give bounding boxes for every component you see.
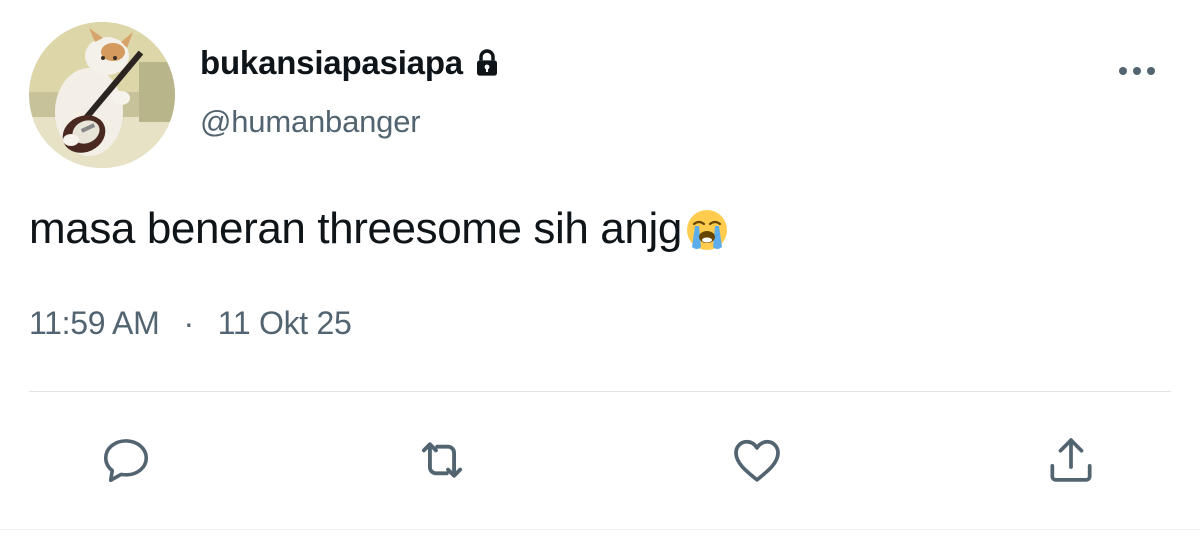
more-horizontal-icon (1119, 67, 1155, 75)
user-handle[interactable]: @humanbanger (200, 104, 421, 140)
author-name-row[interactable]: bukansiapasiapa (200, 40, 503, 86)
heart-icon (734, 439, 780, 482)
like-button[interactable] (727, 430, 787, 490)
more-options-button[interactable] (1112, 56, 1162, 86)
display-name[interactable]: bukansiapasiapa (200, 44, 463, 82)
share-button[interactable] (1041, 430, 1101, 490)
loudly-crying-face-emoji (684, 207, 730, 253)
share-upload-icon (1050, 438, 1092, 482)
reply-button[interactable] (96, 430, 156, 490)
avatar[interactable] (29, 22, 175, 168)
bottom-divider (0, 529, 1200, 530)
lock-icon (471, 47, 503, 79)
speech-bubble-icon (103, 439, 149, 483)
tweet-date[interactable]: 11 Okt 25 (218, 305, 352, 342)
tweet-text: masa beneran threesome sih anjg (29, 204, 730, 254)
retweet-button[interactable] (412, 430, 472, 490)
meta-separator: · (183, 305, 194, 341)
divider (29, 391, 1171, 392)
cat-playing-guitar-avatar (29, 22, 175, 168)
tweet-time[interactable]: 11:59 AM (29, 305, 160, 342)
retweet-arrows-icon (421, 442, 463, 478)
action-bar (0, 430, 1200, 490)
tweet-timestamp[interactable]: 11:59 AM · 11 Okt 25 (29, 305, 352, 342)
tweet-body: masa beneran threesome sih anjg (29, 204, 682, 253)
